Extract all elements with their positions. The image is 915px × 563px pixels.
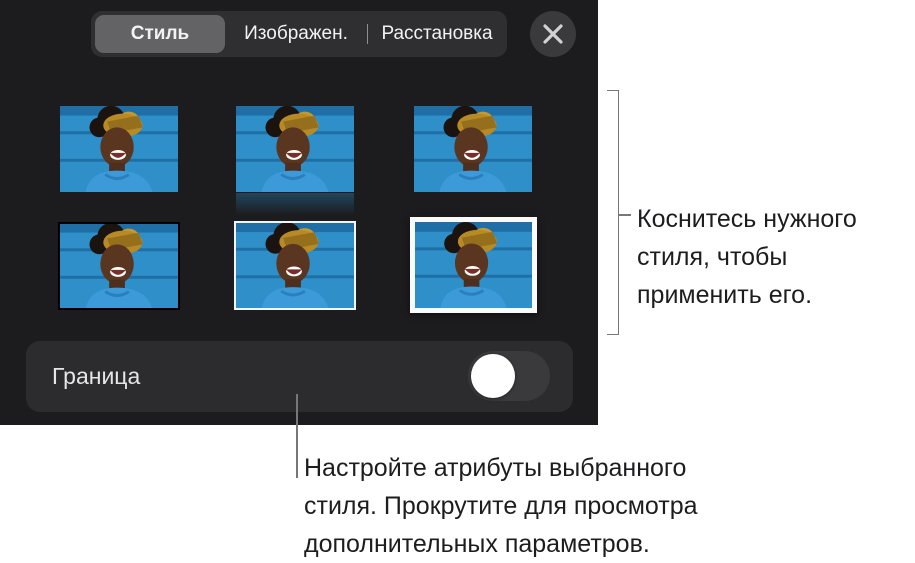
tab-divider (367, 24, 368, 44)
close-icon (543, 24, 563, 44)
photo-thumbnail (414, 106, 532, 192)
tab-style[interactable]: Стиль (95, 15, 225, 53)
photo-thumbnail (415, 222, 532, 308)
toggle-knob (471, 354, 515, 398)
style-preset-shadow[interactable] (414, 106, 532, 192)
style-panel: Стиль Изображен. Расстановка Граница (0, 0, 598, 425)
border-row: Граница (26, 341, 573, 412)
style-preset-white-frame[interactable] (410, 217, 537, 313)
callout-styles: Коснитесь нужного стиля, чтобы применить… (637, 200, 915, 314)
callout-line-vertical (296, 394, 298, 478)
callout-line: дополнительных параметров. (304, 530, 650, 558)
callout-line: Коснитесь нужного (637, 205, 857, 233)
callout-line: применить его. (637, 281, 813, 309)
callout-line: стиля. Прокрутите для просмотра (304, 492, 698, 520)
callout-line: стиля, чтобы (637, 243, 788, 271)
tab-image[interactable]: Изображен. (229, 15, 363, 53)
callout-bracket-tick (619, 214, 631, 216)
callout-bracket (607, 90, 619, 335)
close-button[interactable] (530, 11, 576, 57)
tab-arrange[interactable]: Расстановка (371, 15, 503, 53)
callout-line: Настройте атрибуты выбранного (304, 454, 687, 482)
border-label: Граница (52, 363, 141, 389)
border-toggle[interactable] (468, 351, 550, 401)
style-preset-plain[interactable] (60, 106, 178, 192)
callout-attributes: Настройте атрибуты выбранного стиля. Про… (304, 449, 904, 563)
photo-reflection (236, 193, 354, 215)
photo-thumbnail (236, 106, 354, 192)
photo-thumbnail (60, 106, 178, 192)
photo-thumbnail (236, 223, 354, 308)
style-preset-black-border[interactable] (58, 222, 180, 310)
photo-thumbnail (60, 224, 178, 308)
style-preset-white-thin-border[interactable] (234, 221, 356, 310)
segmented-control: Стиль Изображен. Расстановка (91, 11, 507, 57)
style-preset-reflection[interactable] (236, 106, 354, 192)
